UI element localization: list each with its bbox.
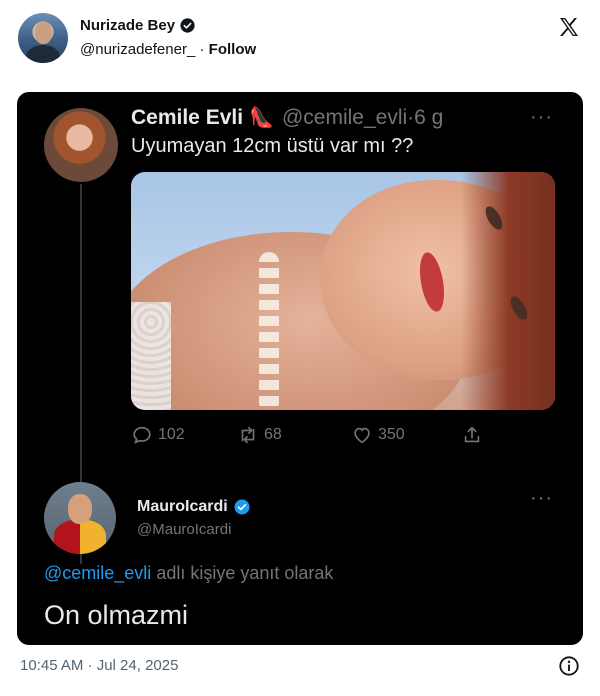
reply-name-row: MauroIcardi: [137, 498, 251, 516]
author-handle[interactable]: @nurizadefener_: [80, 41, 195, 58]
quoted-display-name[interactable]: Cemile Evli: [131, 106, 243, 130]
reply-icon: [133, 426, 151, 444]
author-name-row: Nurizade Bey: [80, 17, 196, 34]
follow-button[interactable]: Follow: [209, 41, 257, 58]
reply-mention-link[interactable]: @cemile_evli: [44, 563, 151, 583]
reply-display-name[interactable]: MauroIcardi: [137, 498, 228, 516]
author-display-name[interactable]: Nurizade Bey: [80, 17, 175, 34]
quoted-name-row: Cemile Evli 👠 @cemile_evli ·6 g: [131, 105, 443, 130]
share-icon: [464, 426, 480, 443]
avatar-shoulders: [26, 45, 60, 63]
quoted-action-bar: 102 68 350: [131, 424, 571, 448]
avatar-head: [35, 22, 52, 44]
tweet-timestamp[interactable]: 10:45 AM · Jul 24, 2025: [20, 657, 178, 674]
x-logo-icon[interactable]: [557, 15, 581, 39]
reply-more-icon[interactable]: ···: [530, 487, 553, 510]
author-avatar[interactable]: [18, 13, 68, 63]
quoted-time: ·6 g: [407, 106, 444, 129]
quoted-author-avatar[interactable]: [44, 108, 118, 182]
quoted-handle[interactable]: @cemile_evli: [282, 106, 407, 130]
avatar-head: [68, 494, 92, 524]
repost-icon: [241, 426, 255, 444]
repost-count: 68: [264, 426, 282, 443]
heart-icon: [354, 427, 370, 444]
reply-to-label: adlı kişiye yanıt olarak: [151, 563, 334, 583]
high-heel-emoji: 👠: [249, 107, 274, 129]
quoted-more-icon[interactable]: ···: [530, 106, 553, 129]
share-action[interactable]: [461, 424, 483, 446]
separator-dot: ·: [199, 41, 205, 58]
photo-pearl-necklace: [259, 252, 279, 410]
tweet-header: Nurizade Bey @nurizadefener_ · Follow: [0, 0, 600, 84]
repost-action[interactable]: 68: [237, 424, 282, 446]
verified-badge-icon: [234, 499, 250, 515]
info-icon[interactable]: [558, 655, 580, 677]
verified-badge-icon: [180, 18, 195, 33]
like-count: 350: [378, 426, 405, 443]
replying-to-line: @cemile_evli adlı kişiye yanıt olarak: [44, 563, 333, 584]
like-action[interactable]: 350: [351, 424, 405, 446]
embedded-screenshot-card: Cemile Evli 👠 @cemile_evli ·6 g ··· Uyum…: [17, 92, 583, 645]
author-handle-row: @nurizadefener_ · Follow: [80, 41, 256, 58]
photo-lace: [131, 302, 171, 410]
reply-action[interactable]: 102: [131, 424, 185, 446]
avatar-jersey: [54, 520, 106, 554]
quoted-tweet-photo[interactable]: [131, 172, 555, 410]
reply-text: On olmazmi: [44, 600, 189, 630]
reply-count: 102: [158, 426, 185, 443]
reply-author-avatar[interactable]: [44, 482, 116, 554]
reply-handle[interactable]: @MauroIcardi: [137, 521, 231, 538]
photo-hair: [461, 172, 555, 410]
quoted-tweet-text: Uyumayan 12cm üstü var mı ??: [131, 135, 414, 157]
